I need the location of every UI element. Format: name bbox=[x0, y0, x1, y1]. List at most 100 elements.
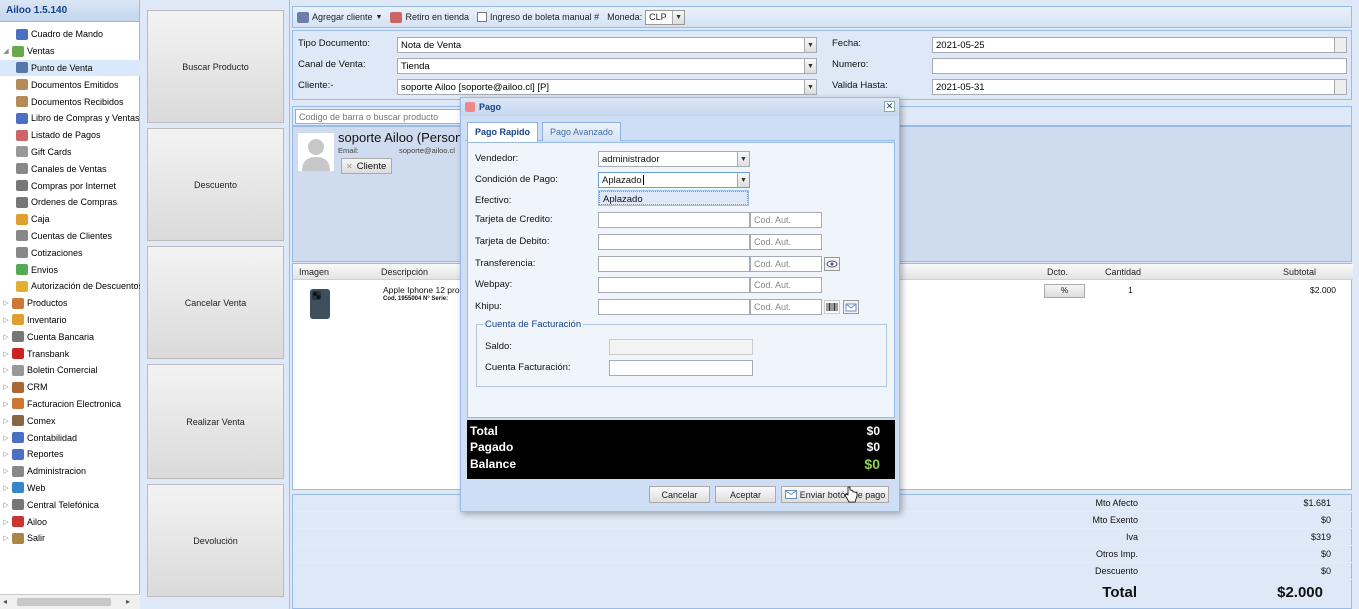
col-subtotal[interactable]: Subtotal bbox=[1283, 267, 1316, 277]
expand-icon[interactable]: ▷ bbox=[2, 518, 10, 526]
barcode-icon[interactable] bbox=[824, 300, 840, 314]
dropdown-option-aplazado[interactable]: Aplazado bbox=[599, 191, 748, 205]
nav-horizontal-scrollbar[interactable]: ◂ ▸ bbox=[0, 594, 140, 609]
nav-item[interactable]: Autorización de Descuentos bbox=[0, 278, 140, 295]
nav-item[interactable]: Ordenes de Compras bbox=[0, 194, 140, 211]
mail-icon[interactable] bbox=[843, 300, 859, 314]
nav-item[interactable]: ▷ Salir bbox=[0, 530, 140, 547]
nav-item[interactable]: ▷ Productos bbox=[0, 295, 140, 312]
nav-item[interactable]: ▷ Comex bbox=[0, 412, 140, 429]
collapse-icon[interactable]: ◢ bbox=[2, 47, 10, 55]
transferencia-cod-aut[interactable]: Cod. Aut. bbox=[750, 256, 822, 272]
webpay-cod-aut[interactable]: Cod. Aut. bbox=[750, 277, 822, 293]
tab-pago-avanzado[interactable]: Pago Avanzado bbox=[542, 122, 621, 141]
boleta-manual-toggle[interactable]: Ingreso de boleta manual # bbox=[477, 12, 599, 22]
expand-icon[interactable]: ▷ bbox=[2, 350, 10, 358]
expand-icon[interactable]: ▷ bbox=[2, 400, 10, 408]
nav-item[interactable]: ▷ Central Telefónica bbox=[0, 496, 140, 513]
agregar-cliente-button[interactable]: Agregar cliente ▼ bbox=[297, 11, 382, 23]
calendar-icon[interactable] bbox=[1334, 38, 1346, 52]
nav-item[interactable]: Listado de Pagos bbox=[0, 127, 140, 144]
eye-icon[interactable] bbox=[824, 257, 840, 271]
nav-item[interactable]: Envios bbox=[0, 261, 140, 278]
col-dcto[interactable]: Dcto. bbox=[1047, 267, 1068, 277]
expand-icon[interactable]: ▷ bbox=[2, 366, 10, 374]
tarjeta-debito-cod-aut[interactable]: Cod. Aut. bbox=[750, 234, 822, 250]
nav-item[interactable]: ▷ Reportes bbox=[0, 446, 140, 463]
nav-item[interactable]: ▷ Cuenta Bancaria bbox=[0, 328, 140, 345]
dialog-title-bar[interactable]: Pago bbox=[461, 98, 899, 116]
scroll-right-icon[interactable]: ▸ bbox=[126, 597, 130, 606]
nav-item[interactable]: ▷ Facturacion Electronica bbox=[0, 396, 140, 413]
expand-icon[interactable]: ▷ bbox=[2, 450, 10, 458]
product-search-input[interactable] bbox=[295, 109, 470, 124]
expand-icon[interactable]: ▷ bbox=[2, 484, 10, 492]
cliente-button[interactable]: ✕ Cliente bbox=[341, 158, 392, 174]
khipu-input[interactable] bbox=[598, 299, 750, 315]
nav-item[interactable]: ◢ Ventas bbox=[0, 43, 140, 60]
cancel-button[interactable]: Cancelar bbox=[649, 486, 710, 503]
numero-field[interactable] bbox=[932, 58, 1347, 74]
expand-icon[interactable]: ▷ bbox=[2, 316, 10, 324]
expand-icon[interactable]: ▷ bbox=[2, 383, 10, 391]
nav-item[interactable]: Canales de Ventas bbox=[0, 160, 140, 177]
close-icon[interactable]: ✕ bbox=[884, 101, 895, 112]
nav-item[interactable]: ▷ Contabilidad bbox=[0, 429, 140, 446]
nav-item[interactable]: Gift Cards bbox=[0, 144, 140, 161]
devolucion-button[interactable]: Devolución bbox=[147, 484, 284, 597]
expand-icon[interactable]: ▷ bbox=[2, 299, 10, 307]
nav-item[interactable]: Documentos Emitidos bbox=[0, 76, 140, 93]
nav-item[interactable]: ▷ CRM bbox=[0, 379, 140, 396]
nav-item[interactable]: ▷ Ailoo bbox=[0, 513, 140, 530]
moneda-select[interactable]: CLP ▼ bbox=[645, 9, 686, 25]
realizar-venta-button[interactable]: Realizar Venta bbox=[147, 364, 284, 479]
discount-button[interactable]: % bbox=[1044, 284, 1085, 298]
col-cantidad[interactable]: Cantidad bbox=[1105, 267, 1141, 277]
condicion-pago-select[interactable]: Aplazado ▼ bbox=[598, 172, 750, 188]
webpay-input[interactable] bbox=[598, 277, 750, 293]
cancelar-venta-button[interactable]: Cancelar Venta bbox=[147, 246, 284, 359]
expand-icon[interactable]: ▷ bbox=[2, 417, 10, 425]
nav-item[interactable]: ▷ Web bbox=[0, 480, 140, 497]
col-imagen[interactable]: Imagen bbox=[299, 267, 329, 277]
scroll-left-icon[interactable]: ◂ bbox=[3, 597, 7, 606]
nav-item[interactable]: ▷ Inventario bbox=[0, 312, 140, 329]
boleta-manual-checkbox[interactable] bbox=[477, 12, 488, 22]
buscar-producto-button[interactable]: Buscar Producto bbox=[147, 10, 284, 123]
expand-icon[interactable]: ▷ bbox=[2, 333, 10, 341]
fecha-field[interactable]: 2021-05-25 bbox=[932, 37, 1347, 53]
cliente-select[interactable]: soporte Ailoo [soporte@ailoo.cl] [P] ▼ bbox=[397, 79, 817, 95]
expand-icon[interactable]: ▷ bbox=[2, 534, 10, 542]
nav-item[interactable]: ▷ Transbank bbox=[0, 345, 140, 362]
chevron-down-icon[interactable]: ▼ bbox=[804, 59, 816, 73]
nav-item[interactable]: Libro de Compras y Ventas bbox=[0, 110, 140, 127]
canal-venta-select[interactable]: Tienda ▼ bbox=[397, 58, 817, 74]
send-payment-link-button[interactable]: Enviar botón de pago bbox=[781, 486, 889, 503]
tab-pago-rapido[interactable]: Pago Rapido bbox=[467, 122, 539, 142]
accept-button[interactable]: Aceptar bbox=[715, 486, 776, 503]
expand-icon[interactable]: ▷ bbox=[2, 467, 10, 475]
col-descripcion[interactable]: Descripción bbox=[381, 267, 428, 277]
chevron-down-icon[interactable]: ▼ bbox=[804, 80, 816, 94]
nav-item[interactable]: ▷ Administracion bbox=[0, 463, 140, 480]
descuento-button[interactable]: Descuento bbox=[147, 128, 284, 241]
expand-icon[interactable]: ▷ bbox=[2, 434, 10, 442]
transferencia-input[interactable] bbox=[598, 256, 750, 272]
chevron-down-icon[interactable]: ▼ bbox=[737, 152, 749, 166]
valida-hasta-field[interactable]: 2021-05-31 bbox=[932, 79, 1347, 95]
khipu-cod-aut[interactable]: Cod. Aut. bbox=[750, 299, 822, 315]
scroll-thumb[interactable] bbox=[17, 598, 111, 606]
tipo-documento-select[interactable]: Nota de Venta ▼ bbox=[397, 37, 817, 53]
tarjeta-credito-cod-aut[interactable]: Cod. Aut. bbox=[750, 212, 822, 228]
tarjeta-debito-input[interactable] bbox=[598, 234, 750, 250]
vendedor-select[interactable]: administrador ▼ bbox=[598, 151, 750, 167]
retiro-tienda-button[interactable]: Retiro en tienda bbox=[390, 11, 469, 23]
nav-item[interactable]: Cuadro de Mando bbox=[0, 26, 140, 43]
nav-item[interactable]: Punto de Venta bbox=[0, 59, 140, 77]
chevron-down-icon[interactable]: ▼ bbox=[672, 10, 685, 24]
nav-item[interactable]: ▷ Boletin Comercial bbox=[0, 362, 140, 379]
nav-item[interactable]: Compras por Internet bbox=[0, 177, 140, 194]
nav-item[interactable]: Caja bbox=[0, 211, 140, 228]
nav-item[interactable]: Documentos Recibidos bbox=[0, 93, 140, 110]
chevron-down-icon[interactable]: ▼ bbox=[804, 38, 816, 52]
